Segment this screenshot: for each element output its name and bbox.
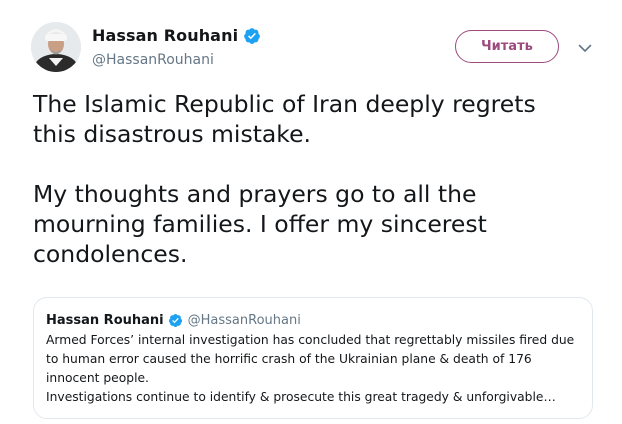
avatar-image [31, 22, 81, 72]
display-name[interactable]: Hassan Rouhani [92, 26, 238, 45]
quoted-tweet-header: Hassan Rouhani @HassanRouhani [46, 311, 580, 329]
author-name-row[interactable]: Hassan Rouhani [92, 26, 261, 45]
quoted-tweet-text: Armed Forces’ internal investigation has… [46, 333, 575, 404]
chevron-down-icon[interactable] [575, 38, 595, 58]
tweet-text: The Islamic Republic of Iran deeply regr… [33, 90, 536, 268]
avatar[interactable] [31, 22, 81, 72]
verified-badge-icon [168, 313, 182, 327]
verified-badge-icon [244, 27, 261, 44]
quoted-tweet[interactable]: Hassan Rouhani @HassanRouhani Armed Forc… [33, 297, 593, 419]
quoted-display-name: Hassan Rouhani [46, 312, 164, 328]
follow-button[interactable]: Читать [455, 30, 559, 63]
quoted-handle: @HassanRouhani [187, 312, 301, 328]
author-handle[interactable]: @HassanRouhani [92, 52, 214, 68]
